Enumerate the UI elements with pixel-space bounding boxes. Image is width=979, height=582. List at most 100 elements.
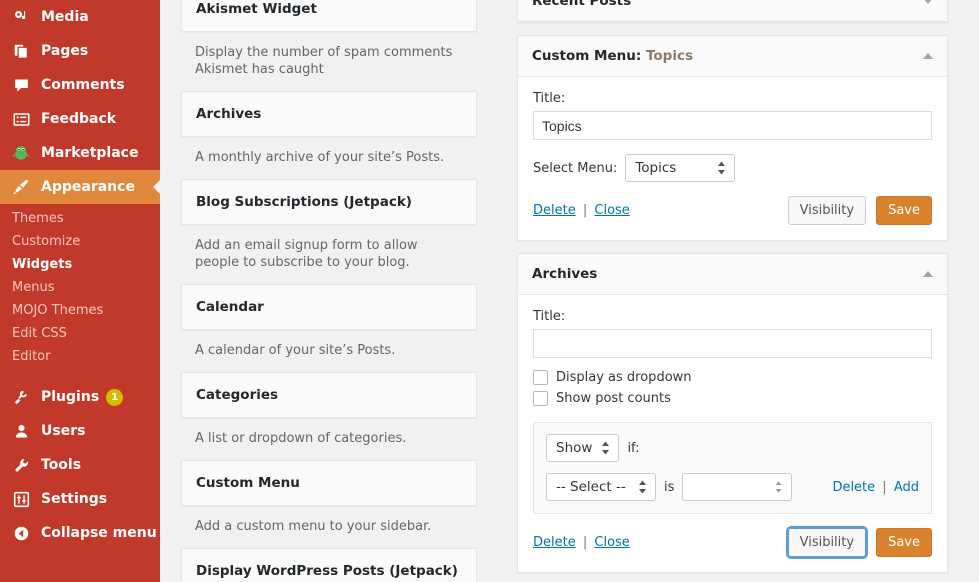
- is-text: is: [664, 479, 675, 495]
- show-post-counts-row[interactable]: Show post counts: [533, 391, 932, 406]
- show-hide-dropdown[interactable]: Show: [546, 434, 620, 462]
- available-widget-calendar[interactable]: Calendar: [181, 284, 477, 330]
- widget-panel-title-suffix: Topics: [645, 48, 693, 64]
- sidebar-subitem-mojo-themes[interactable]: MOJO Themes: [0, 299, 160, 322]
- show-post-counts-checkbox[interactable]: [533, 391, 548, 406]
- available-widget-display-wordpress-posts[interactable]: Display WordPress Posts (Jetpack): [181, 548, 477, 582]
- widget-name: Akismet Widget: [196, 1, 317, 17]
- available-widget-archives[interactable]: Archives: [181, 91, 477, 137]
- widget-description: Add a custom menu to your sidebar.: [195, 519, 432, 534]
- visibility-button[interactable]: Visibility: [787, 196, 867, 225]
- sidebar-item-collapse-menu[interactable]: Collapse menu: [0, 516, 160, 550]
- display-as-dropdown-row[interactable]: Display as dropdown: [533, 370, 932, 385]
- condition-value-dropdown[interactable]: [682, 473, 793, 501]
- widget-panel-header[interactable]: Custom Menu: Topics: [518, 36, 947, 77]
- select-menu-dropdown[interactable]: Topics: [625, 154, 736, 182]
- chevron-down-icon[interactable]: [923, 0, 933, 4]
- title-input[interactable]: [533, 329, 932, 358]
- widget-panel-title: Recent Posts: [532, 0, 632, 9]
- widget-panel-body: Title: Display as dropdown Show post cou…: [518, 295, 947, 572]
- title-input[interactable]: [533, 111, 932, 140]
- sidebar-subitem-themes[interactable]: Themes: [0, 207, 160, 230]
- chevron-up-icon[interactable]: [923, 53, 933, 59]
- wordpress-widgets-screen: Media Pages Comments Feedback Marketplac…: [0, 0, 979, 582]
- link-separator: |: [582, 203, 588, 218]
- sidebar-item-pages[interactable]: Pages: [0, 34, 160, 68]
- spinner-arrows-icon: [601, 441, 610, 455]
- sidebar-item-label: Feedback: [41, 111, 117, 127]
- show-hide-value: Show: [556, 440, 593, 456]
- close-link[interactable]: Close: [594, 535, 629, 550]
- save-button[interactable]: Save: [876, 196, 932, 225]
- chevron-up-icon[interactable]: [923, 271, 933, 277]
- condition-delete-link[interactable]: Delete: [832, 480, 875, 495]
- available-widget-custom-menu[interactable]: Custom Menu: [181, 460, 477, 506]
- sidebar-item-settings[interactable]: Settings: [0, 482, 160, 516]
- sidebar-item-comments[interactable]: Comments: [0, 68, 160, 102]
- comments-icon: [10, 75, 32, 95]
- display-as-dropdown-checkbox[interactable]: [533, 370, 548, 385]
- select-menu-value: Topics: [635, 160, 677, 176]
- widget-description: A monthly archive of your site’s Posts.: [195, 150, 445, 165]
- sidebar-item-marketplace[interactable]: Marketplace: [0, 136, 160, 170]
- available-widget-blog-subscriptions[interactable]: Blog Subscriptions (Jetpack): [181, 179, 477, 225]
- plugins-update-badge: 1: [106, 388, 124, 406]
- sidebar-item-appearance[interactable]: Appearance: [0, 170, 160, 204]
- save-button[interactable]: Save: [876, 528, 932, 557]
- sidebar-widget-area: Recent Posts Custom Menu: Topics Title: …: [517, 0, 948, 582]
- select-menu-row: Select Menu: Topics: [533, 154, 932, 182]
- sidebar-item-label: Appearance: [41, 179, 135, 195]
- widget-panel-body: Title: Select Menu: Topics: [518, 77, 947, 240]
- widget-panel-title: Custom Menu:: [532, 48, 642, 64]
- feedback-icon: [10, 109, 32, 129]
- sidebar-item-plugins[interactable]: Plugins 1: [0, 380, 160, 414]
- available-widget-akismet[interactable]: Akismet Widget: [181, 0, 477, 32]
- sidebar-item-tools[interactable]: Tools: [0, 448, 160, 482]
- if-text: if:: [627, 440, 640, 456]
- widget-panel-custom-menu: Custom Menu: Topics Title: Select Menu: …: [517, 35, 948, 241]
- sidebar-item-users[interactable]: Users: [0, 414, 160, 448]
- footer-buttons: Visibility Save: [785, 526, 932, 559]
- delete-link[interactable]: Delete: [533, 535, 576, 550]
- condition-type-value: -- Select --: [556, 479, 626, 495]
- select-menu-label: Select Menu:: [533, 160, 618, 176]
- widget-description: Add an email signup form to allow people…: [195, 238, 418, 270]
- widget-name: Categories: [196, 387, 279, 403]
- footer-buttons: Visibility Save: [787, 196, 932, 225]
- plugins-icon: [10, 387, 32, 407]
- visibility-button[interactable]: Visibility: [785, 526, 869, 559]
- widget-name: Archives: [196, 106, 262, 122]
- widget-description: A calendar of your site’s Posts.: [195, 343, 396, 358]
- condition-type-dropdown[interactable]: -- Select --: [546, 473, 656, 501]
- available-widget-categories[interactable]: Categories: [181, 372, 477, 418]
- widget-panel-footer: Delete | Close Visibility Save: [533, 526, 932, 559]
- display-as-dropdown-label: Display as dropdown: [556, 370, 692, 385]
- link-separator: |: [582, 535, 588, 550]
- spinner-arrows-icon: [638, 480, 647, 494]
- marketplace-icon: [10, 143, 32, 163]
- sidebar-subitem-edit-css[interactable]: Edit CSS: [0, 322, 160, 345]
- condition-add-link[interactable]: Add: [894, 480, 919, 495]
- widget-panel-header[interactable]: Archives: [518, 254, 947, 295]
- sidebar-item-feedback[interactable]: Feedback: [0, 102, 160, 136]
- visibility-conditions-box: Show if: -- Select -- is Delete | Add: [533, 422, 932, 514]
- delete-link[interactable]: Delete: [533, 203, 576, 218]
- sidebar-subitem-customize[interactable]: Customize: [0, 230, 160, 253]
- footer-links: Delete | Close: [533, 203, 630, 218]
- sidebar-subitem-menus[interactable]: Menus: [0, 276, 160, 299]
- settings-icon: [10, 489, 32, 509]
- widget-description: A list or dropdown of categories.: [195, 431, 407, 446]
- visibility-show-row: Show if:: [546, 434, 919, 462]
- sidebar-subitem-editor[interactable]: Editor: [0, 345, 160, 368]
- tools-icon: [10, 455, 32, 475]
- widget-panel-recent-posts: Recent Posts: [517, 0, 948, 23]
- available-widgets-list: Akismet Widget Display the number of spa…: [181, 0, 477, 582]
- sidebar-item-media[interactable]: Media: [0, 0, 160, 34]
- close-link[interactable]: Close: [594, 203, 629, 218]
- sidebar-item-label: Media: [41, 9, 89, 25]
- sidebar-subitem-widgets[interactable]: Widgets: [0, 253, 160, 276]
- admin-sidebar: Media Pages Comments Feedback Marketplac…: [0, 0, 160, 582]
- widget-name: Calendar: [196, 299, 264, 315]
- spinner-arrows-icon: [774, 480, 783, 494]
- widget-panel-header[interactable]: Recent Posts: [518, 0, 947, 22]
